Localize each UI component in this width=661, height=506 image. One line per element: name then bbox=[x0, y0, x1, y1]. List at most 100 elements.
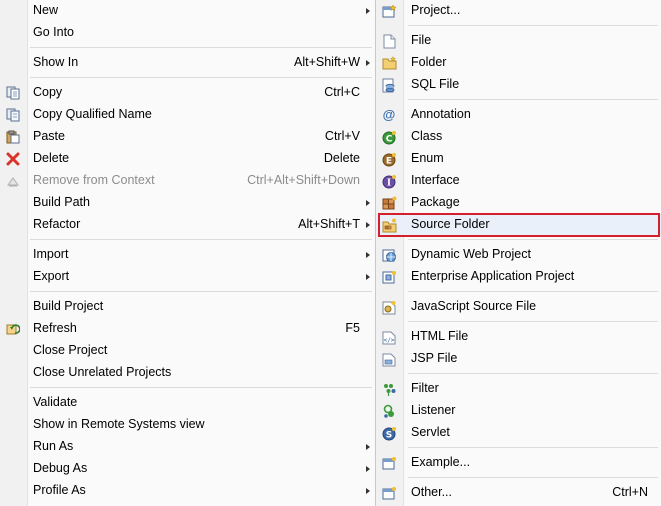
submenu-item-servlet[interactable]: S Servlet bbox=[376, 422, 661, 444]
submenu-item-label: Dynamic Web Project bbox=[411, 247, 531, 261]
menu-item-build-path[interactable]: Build Path bbox=[0, 192, 375, 214]
submenu-item-enterprise-application-project[interactable]: Enterprise Application Project bbox=[376, 266, 661, 288]
folder-icon bbox=[381, 55, 397, 71]
submenu-item-source-folder[interactable]: Source Folder bbox=[376, 213, 661, 237]
menu-item-label: Import bbox=[33, 247, 69, 261]
menu-separator bbox=[408, 239, 658, 240]
menu-item-label: Refactor bbox=[33, 217, 81, 231]
submenu-arrow-icon bbox=[366, 466, 370, 472]
menu-separator bbox=[408, 291, 658, 292]
submenu-arrow-icon bbox=[366, 252, 370, 258]
servlet-icon: S bbox=[381, 425, 397, 441]
menu-item-label: Copy bbox=[33, 85, 63, 99]
menu-item-refactor[interactable]: Refactor Alt+Shift+T bbox=[0, 214, 375, 236]
submenu-item-listener[interactable]: Listener bbox=[376, 400, 661, 422]
menu-item-import[interactable]: Import bbox=[0, 244, 375, 266]
submenu-item-label: Listener bbox=[411, 403, 456, 417]
submenu-item-label: JavaScript Source File bbox=[411, 299, 537, 313]
menu-item-run-as[interactable]: Run As bbox=[0, 436, 375, 458]
submenu-arrow-icon bbox=[366, 274, 370, 280]
shortcut-text: Ctrl+Alt+Shift+Down bbox=[247, 173, 360, 187]
menu-item-new[interactable]: New bbox=[0, 0, 375, 22]
menu-separator bbox=[30, 387, 372, 388]
menu-separator bbox=[30, 291, 372, 292]
menu-item-close-project[interactable]: Close Project bbox=[0, 340, 375, 362]
submenu-arrow-icon bbox=[366, 8, 370, 14]
submenu-item-package[interactable]: Package bbox=[376, 192, 661, 214]
menu-item-validate[interactable]: Validate bbox=[0, 392, 375, 414]
menu-separator bbox=[30, 77, 372, 78]
menu-item-paste[interactable]: Paste Ctrl+V bbox=[0, 126, 375, 148]
menu-item-refresh[interactable]: Refresh F5 bbox=[0, 318, 375, 340]
menu-separator bbox=[30, 47, 372, 48]
menu-separator bbox=[408, 447, 658, 448]
menu-item-debug-as[interactable]: Debug As bbox=[0, 458, 375, 480]
submenu-item-label: Annotation bbox=[411, 107, 471, 121]
menu-item-show-in-remote-systems[interactable]: Show in Remote Systems view bbox=[0, 414, 375, 436]
html-file-icon: </> bbox=[381, 329, 397, 345]
menu-separator bbox=[408, 477, 658, 478]
example-icon bbox=[381, 455, 397, 471]
shortcut-text: F5 bbox=[345, 321, 360, 335]
submenu-item-label: Other... bbox=[411, 485, 452, 499]
package-icon bbox=[381, 195, 397, 211]
submenu-item-filter[interactable]: Filter bbox=[376, 378, 661, 400]
submenu-item-interface[interactable]: I Interface bbox=[376, 170, 661, 192]
shortcut-text: Delete bbox=[323, 151, 360, 165]
shortcut-text: Ctrl+V bbox=[324, 129, 360, 143]
sql-file-icon bbox=[381, 77, 397, 93]
copy-icon bbox=[5, 85, 21, 101]
submenu-item-other[interactable]: Other... Ctrl+N bbox=[376, 482, 661, 504]
submenu-item-class[interactable]: C Class bbox=[376, 126, 661, 148]
submenu-arrow-icon bbox=[366, 444, 370, 450]
submenu-item-project[interactable]: Project... bbox=[376, 0, 661, 22]
listener-icon bbox=[381, 403, 397, 419]
shortcut-text: Alt+Shift+T bbox=[298, 217, 360, 231]
menu-separator bbox=[408, 373, 658, 374]
menu-separator bbox=[408, 99, 658, 100]
delete-icon bbox=[5, 151, 21, 167]
menu-item-label: Close Unrelated Projects bbox=[33, 365, 172, 379]
menu-item-delete[interactable]: Delete Delete bbox=[0, 148, 375, 170]
submenu-item-html-file[interactable]: </> HTML File bbox=[376, 326, 661, 348]
context-menu: New Go Into Show In Alt+Shift+W Copy Ctr… bbox=[0, 0, 376, 506]
submenu-item-javascript-source-file[interactable]: JavaScript Source File bbox=[376, 296, 661, 318]
menu-item-go-into[interactable]: Go Into bbox=[0, 22, 375, 44]
menu-item-label: Delete bbox=[33, 151, 70, 165]
submenu-item-dynamic-web-project[interactable]: Dynamic Web Project bbox=[376, 244, 661, 266]
submenu-item-label: Enum bbox=[411, 151, 444, 165]
submenu-item-jsp-file[interactable]: JSP File bbox=[376, 348, 661, 370]
submenu-item-example[interactable]: Example... bbox=[376, 452, 661, 474]
submenu-arrow-icon bbox=[366, 60, 370, 66]
submenu-item-label: JSP File bbox=[411, 351, 458, 365]
menu-item-remove-from-context[interactable]: Remove from Context Ctrl+Alt+Shift+Down bbox=[0, 170, 375, 192]
submenu-item-label: Enterprise Application Project bbox=[411, 269, 575, 283]
submenu-item-sql-file[interactable]: SQL File bbox=[376, 74, 661, 96]
submenu-item-folder[interactable]: Folder bbox=[376, 52, 661, 74]
svg-text:I: I bbox=[386, 178, 390, 188]
menu-item-build-project[interactable]: Build Project bbox=[0, 296, 375, 318]
submenu-item-annotation[interactable]: @ Annotation bbox=[376, 104, 661, 126]
shortcut-text: Alt+Shift+W bbox=[294, 55, 360, 69]
submenu-item-file[interactable]: File bbox=[376, 30, 661, 52]
menu-item-label: Profile As bbox=[33, 483, 86, 497]
submenu-item-label: Example... bbox=[411, 455, 471, 469]
ear-project-icon bbox=[381, 269, 397, 285]
menu-item-copy[interactable]: Copy Ctrl+C bbox=[0, 82, 375, 104]
menu-item-show-in[interactable]: Show In Alt+Shift+W bbox=[0, 52, 375, 74]
menu-item-close-unrelated-projects[interactable]: Close Unrelated Projects bbox=[0, 362, 375, 384]
menu-separator bbox=[30, 239, 372, 240]
menu-item-label: Debug As bbox=[33, 461, 88, 475]
menu-item-copy-qualified-name[interactable]: Copy Qualified Name bbox=[0, 104, 375, 126]
submenu-item-enum[interactable]: E Enum bbox=[376, 148, 661, 170]
menu-item-label: Build Project bbox=[33, 299, 104, 313]
menu-item-export[interactable]: Export bbox=[0, 266, 375, 288]
shortcut-text: Ctrl+N bbox=[612, 485, 648, 499]
new-project-icon bbox=[381, 3, 397, 19]
submenu-item-label: SQL File bbox=[411, 77, 460, 91]
web-project-icon bbox=[381, 247, 397, 263]
interface-icon: I bbox=[381, 173, 397, 189]
filter-icon bbox=[381, 381, 397, 397]
menu-item-label: Export bbox=[33, 269, 70, 283]
menu-item-profile-as[interactable]: Profile As bbox=[0, 480, 375, 502]
